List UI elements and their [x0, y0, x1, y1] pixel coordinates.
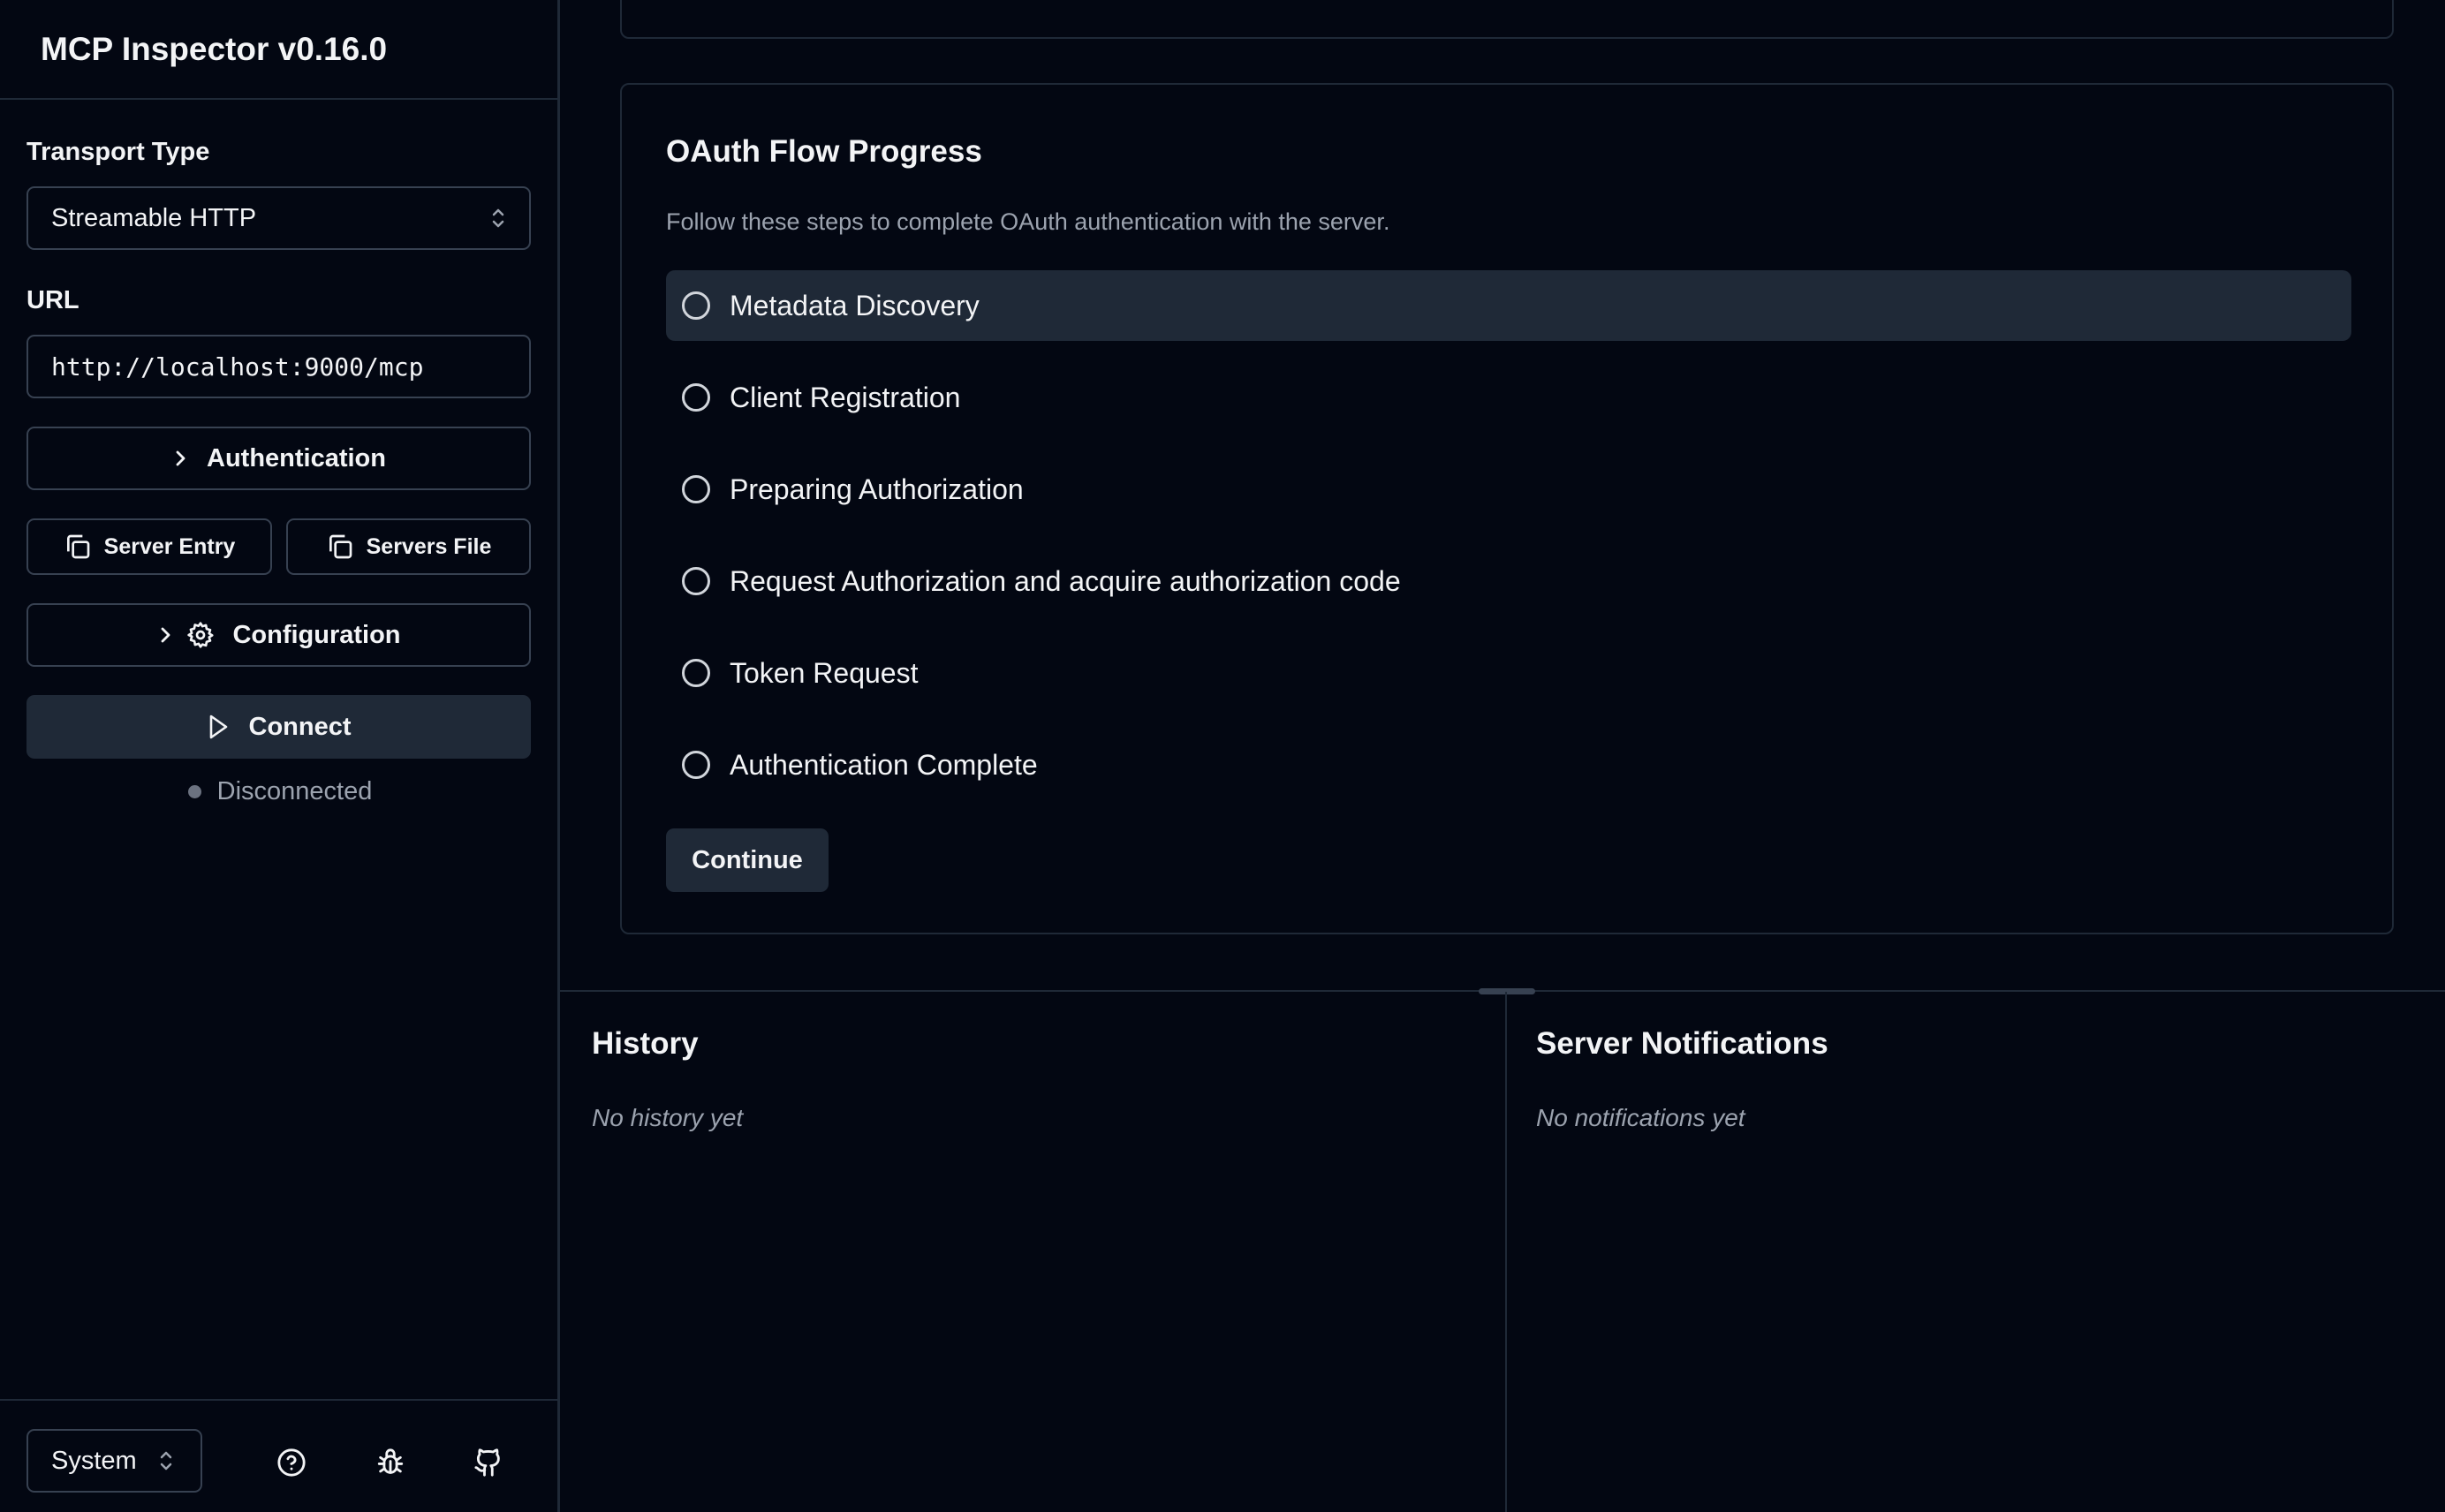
sidebar: MCP Inspector v0.16.0 Transport Type Str…: [0, 0, 560, 1512]
server-notifications-title: Server Notifications: [1536, 1026, 1828, 1061]
chevron-right-icon: [171, 448, 189, 469]
play-icon: [207, 714, 230, 740]
step-status-circle-icon: [682, 659, 710, 687]
transport-type-value: Streamable HTTP: [51, 203, 257, 232]
servers-file-button[interactable]: Servers File: [286, 518, 531, 575]
resize-handle[interactable]: [1479, 988, 1535, 994]
gear-icon: [186, 621, 215, 649]
continue-button[interactable]: Continue: [666, 828, 829, 892]
github-icon[interactable]: [469, 1443, 508, 1482]
chevron-up-down-icon: [490, 207, 506, 230]
copy-icon: [326, 533, 354, 561]
configuration-toggle-button[interactable]: Configuration: [26, 603, 531, 667]
theme-select[interactable]: System: [26, 1429, 202, 1493]
oauth-step: Preparing Authorization: [666, 454, 2351, 525]
theme-value: System: [51, 1446, 137, 1475]
bug-icon[interactable]: [371, 1443, 410, 1482]
authentication-toggle-button[interactable]: Authentication: [26, 427, 531, 490]
step-status-circle-icon: [682, 291, 710, 320]
url-label: URL: [26, 286, 79, 314]
url-value: http://localhost:9000/mcp: [51, 352, 424, 382]
oauth-step-label: Token Request: [730, 656, 919, 689]
app-title: MCP Inspector v0.16.0: [41, 30, 388, 67]
sidebar-header: MCP Inspector v0.16.0: [0, 0, 557, 100]
oauth-step: Token Request: [666, 638, 2351, 708]
transport-type-select[interactable]: Streamable HTTP: [26, 186, 531, 250]
oauth-step: Authentication Complete: [666, 730, 2351, 800]
oauth-step: Metadata Discovery: [666, 270, 2351, 341]
url-input[interactable]: http://localhost:9000/mcp: [26, 335, 531, 398]
chevron-up-down-icon: [158, 1449, 174, 1472]
authentication-label: Authentication: [207, 443, 386, 472]
oauth-flow-title: OAuth Flow Progress: [666, 134, 982, 169]
connect-label: Connect: [248, 712, 352, 741]
status-dot: [187, 784, 201, 798]
oauth-step-label: Authentication Complete: [730, 748, 1038, 781]
connect-button[interactable]: Connect: [26, 695, 531, 759]
oauth-step-label: Request Authorization and acquire author…: [730, 564, 1401, 597]
oauth-flow-card: OAuth Flow Progress Follow these steps t…: [620, 83, 2394, 934]
history-empty-text: No history yet: [592, 1104, 744, 1131]
chevron-right-icon: [156, 624, 174, 646]
step-status-circle-icon: [682, 567, 710, 595]
help-circle-icon[interactable]: [272, 1443, 311, 1482]
copy-icon: [64, 533, 92, 561]
connection-status: Disconnected: [0, 774, 560, 809]
panel-divider-vertical: [1505, 992, 1507, 1512]
transport-type-label: Transport Type: [26, 138, 210, 166]
step-status-circle-icon: [682, 751, 710, 779]
oauth-step-label: Metadata Discovery: [730, 289, 980, 321]
history-title: History: [592, 1026, 699, 1061]
oauth-step-label: Client Registration: [730, 381, 961, 413]
configuration-label: Configuration: [232, 620, 401, 649]
notifications-empty-text: No notifications yet: [1536, 1104, 1745, 1131]
status-text: Disconnected: [216, 776, 373, 805]
step-status-circle-icon: [682, 475, 710, 503]
servers-file-label: Servers File: [366, 533, 492, 559]
oauth-flow-description: Follow these steps to complete OAuth aut…: [666, 208, 1390, 235]
step-status-circle-icon: [682, 383, 710, 412]
previous-card: [620, 0, 2394, 39]
oauth-step: Client Registration: [666, 362, 2351, 433]
server-entry-label: Server Entry: [103, 533, 236, 559]
server-entry-button[interactable]: Server Entry: [26, 518, 272, 575]
oauth-step-label: Preparing Authorization: [730, 472, 1024, 505]
oauth-step: Request Authorization and acquire author…: [666, 546, 2351, 616]
